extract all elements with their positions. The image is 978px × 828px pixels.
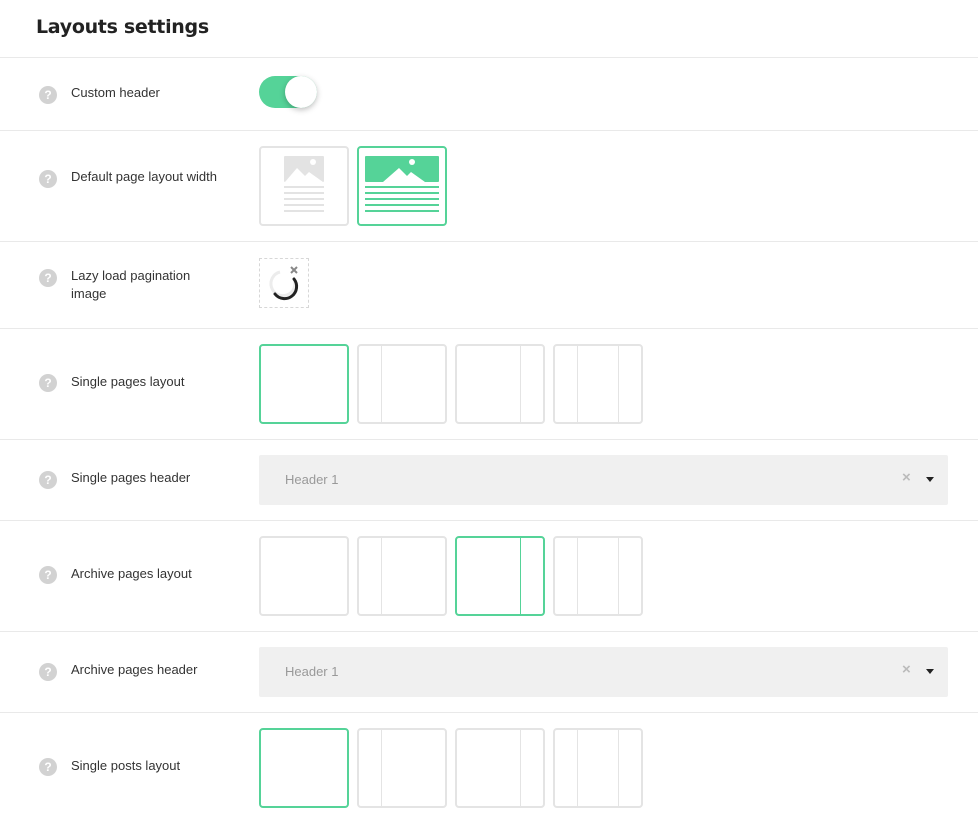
help-icon[interactable]: ? xyxy=(39,471,57,489)
clear-icon[interactable]: × xyxy=(902,469,911,486)
sidebar-divider xyxy=(520,730,521,806)
layout-no-sidebar-option[interactable] xyxy=(259,344,349,424)
single-pages-layout-label: Single pages layout xyxy=(71,374,185,389)
row-custom-header: ? Custom header xyxy=(0,58,978,131)
layout-right-sidebar-option[interactable] xyxy=(455,728,545,808)
help-icon[interactable]: ? xyxy=(39,170,57,188)
row-single-posts-layout: ? Single posts layout xyxy=(0,713,978,828)
help-icon[interactable]: ? xyxy=(39,758,57,776)
sidebar-divider xyxy=(618,346,619,422)
full-width-layout-icon xyxy=(365,156,439,212)
row-default-page-layout-width: ? Default page layout width xyxy=(0,131,978,242)
layouts-settings-panel: Layouts settings ? Custom header ? Defau… xyxy=(0,0,978,828)
sidebar-divider xyxy=(381,730,382,806)
chevron-down-icon[interactable] xyxy=(926,477,934,482)
toggle-knob xyxy=(285,76,317,108)
layout-right-sidebar-option[interactable] xyxy=(455,536,545,616)
row-archive-pages-layout: ? Archive pages layout xyxy=(0,521,978,632)
sidebar-divider xyxy=(577,346,578,422)
layout-right-sidebar-option[interactable] xyxy=(455,344,545,424)
section-header: Layouts settings xyxy=(0,0,978,58)
layout-both-sidebars-option[interactable] xyxy=(553,536,643,616)
layout-both-sidebars-option[interactable] xyxy=(553,728,643,808)
layout-width-full-option[interactable] xyxy=(357,146,447,226)
sidebar-divider xyxy=(520,346,521,422)
sidebar-divider xyxy=(381,346,382,422)
sidebar-divider xyxy=(577,730,578,806)
boxed-layout-icon xyxy=(284,156,324,212)
layout-no-sidebar-option[interactable] xyxy=(259,728,349,808)
single-pages-header-label: Single pages header xyxy=(71,470,191,485)
archive-pages-layout-label: Archive pages layout xyxy=(71,566,192,581)
layout-no-sidebar-option[interactable] xyxy=(259,536,349,616)
single-pages-header-select[interactable]: Header 1 × xyxy=(259,455,948,505)
layout-both-sidebars-option[interactable] xyxy=(553,344,643,424)
help-icon[interactable]: ? xyxy=(39,566,57,584)
page-title: Layouts settings xyxy=(36,15,209,38)
row-lazy-load-pagination-image: ? Lazy load pagination image xyxy=(0,242,978,329)
single-posts-layout-label: Single posts layout xyxy=(71,758,181,773)
row-single-pages-header: ? Single pages header Header 1 × xyxy=(0,440,978,521)
help-icon[interactable]: ? xyxy=(39,374,57,392)
select-value: Header 1 xyxy=(285,664,339,679)
sidebar-divider xyxy=(520,538,521,614)
custom-header-label: Custom header xyxy=(71,85,160,100)
clear-icon[interactable]: × xyxy=(902,661,911,678)
select-value: Header 1 xyxy=(285,472,339,487)
custom-header-toggle[interactable] xyxy=(259,76,319,108)
help-icon[interactable]: ? xyxy=(39,269,57,287)
lazy-load-image-upload[interactable] xyxy=(259,258,309,308)
help-icon[interactable]: ? xyxy=(39,86,57,104)
sidebar-divider xyxy=(577,538,578,614)
row-archive-pages-header: ? Archive pages header Header 1 × xyxy=(0,632,978,713)
layout-left-sidebar-option[interactable] xyxy=(357,728,447,808)
spinner-icon xyxy=(269,266,299,301)
lazy-load-label: Lazy load pagination image xyxy=(71,268,191,301)
default-page-layout-width-label: Default page layout width xyxy=(71,169,217,184)
chevron-down-icon[interactable] xyxy=(926,669,934,674)
layout-width-boxed-option[interactable] xyxy=(259,146,349,226)
archive-pages-header-label: Archive pages header xyxy=(71,662,198,677)
sidebar-divider xyxy=(618,538,619,614)
layout-left-sidebar-option[interactable] xyxy=(357,536,447,616)
sidebar-divider xyxy=(618,730,619,806)
row-single-pages-layout: ? Single pages layout xyxy=(0,329,978,440)
layout-left-sidebar-option[interactable] xyxy=(357,344,447,424)
help-icon[interactable]: ? xyxy=(39,663,57,681)
sidebar-divider xyxy=(381,538,382,614)
archive-pages-header-select[interactable]: Header 1 × xyxy=(259,647,948,697)
